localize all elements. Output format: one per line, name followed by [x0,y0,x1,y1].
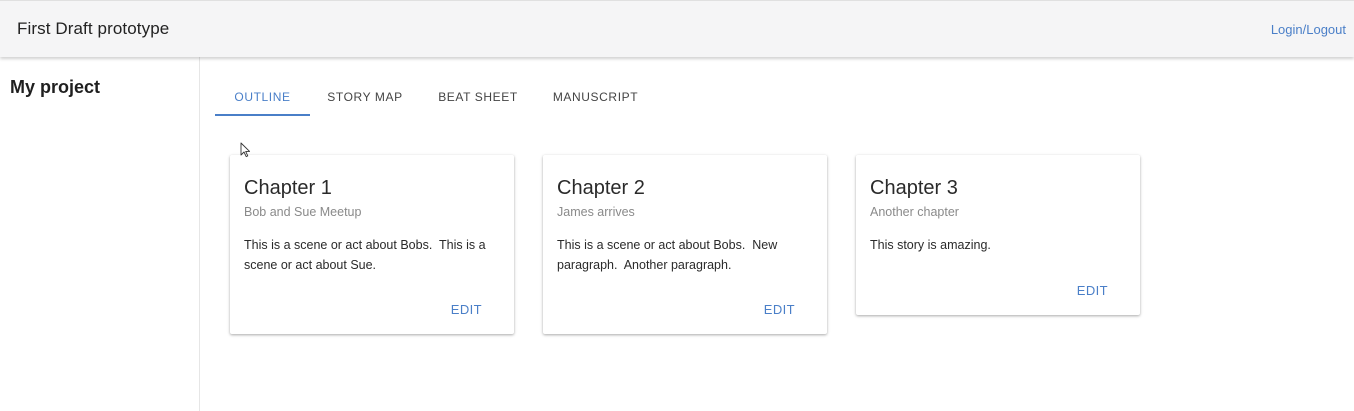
app-bar: First Draft prototype Login/Logout [0,0,1354,57]
card-body: This is a scene or act about Bobs. This … [244,238,490,272]
app-root: First Draft prototype Login/Logout My pr… [0,0,1354,411]
card-subtitle: James arrives [557,205,635,219]
mouse-pointer-icon [240,142,251,158]
edit-button[interactable]: EDIT [764,302,795,317]
chapter-card-2: Chapter 2 James arrives This is a scene … [543,155,827,334]
card-title: Chapter 1 [244,177,332,199]
active-tab-indicator [215,114,310,116]
project-title: My project [10,77,101,97]
chapter-card-1: Chapter 1 Bob and Sue Meetup This is a s… [230,155,514,334]
card-body: This is a scene or act about Bobs. New p… [557,238,781,272]
edit-button[interactable]: EDIT [1077,283,1108,298]
card-title: Chapter 2 [557,177,645,199]
tab-manuscript[interactable]: MANUSCRIPT [548,79,643,115]
main-content: OUTLINE STORY MAP BEAT SHEET MANUSCRIPT … [201,57,1354,411]
login-logout-link[interactable]: Login/Logout [1271,22,1346,37]
card-body: This story is amazing. [870,238,991,252]
app-title: First Draft prototype [17,19,170,38]
edit-button[interactable]: EDIT [451,302,482,317]
tab-beat-sheet[interactable]: BEAT SHEET [433,79,523,115]
chapter-card-3: Chapter 3 Another chapter This story is … [856,155,1140,315]
tab-outline[interactable]: OUTLINE [215,79,310,115]
card-subtitle: Bob and Sue Meetup [244,205,362,219]
card-title: Chapter 3 [870,177,958,199]
tab-story-map[interactable]: STORY MAP [320,79,410,115]
sidebar: My project [0,57,200,411]
card-subtitle: Another chapter [870,205,959,219]
